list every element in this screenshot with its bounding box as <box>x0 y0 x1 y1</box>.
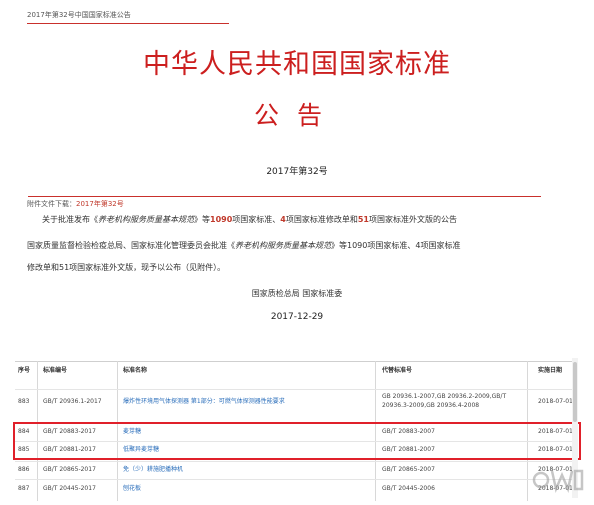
publish-date: 2017-12-29 <box>270 312 324 322</box>
about-post: 项国家标准外文版的公告 <box>368 215 457 224</box>
about-count-foreign: 51 <box>357 215 369 224</box>
table-row: 887 GB/T 20445-2017 刨花板 GB/T 20445-2006 … <box>15 479 577 500</box>
watermark-logo <box>532 465 584 501</box>
about-pre: 关于批准发布《 <box>42 215 98 224</box>
attachment-link[interactable]: 2017年第32号 <box>76 200 124 208</box>
body-l1-pre: 国家质量监督检验检疫总局、国家标准化管理委员会批准《 <box>27 241 235 250</box>
scrollbar-thumb[interactable] <box>573 362 577 422</box>
row-replace: GB/T 20445-2006 <box>382 485 435 492</box>
row-date: 2018-07-01 <box>538 398 573 405</box>
table-row: 886 GB/T 20865-2017 免（少）耕施肥播种机 GB/T 2086… <box>15 461 577 480</box>
row-replace-cont: 20936.3-2009,GB 20936.4-2008 <box>382 402 480 409</box>
header-code: 标准编号 <box>43 367 68 374</box>
attachment-label: 附件文件下载： <box>27 200 76 208</box>
row-name-link[interactable]: 刨花板 <box>123 485 373 493</box>
row-no: 886 <box>18 466 30 473</box>
header-name: 标准名称 <box>123 367 148 374</box>
body-line-1: 国家质量监督检验检疫总局、国家标准化管理委员会批准《养老机构服务质量基本规范》等… <box>27 240 460 251</box>
row-code: GB/T 20865-2017 <box>43 466 96 473</box>
page-subtitle: 公告 <box>253 101 340 130</box>
breadcrumb[interactable]: 2017年第32号中国国家标准公告 <box>27 10 131 20</box>
about-book-title: 养老机构服务质量基本规范 <box>98 215 194 224</box>
signature: 国家质检总局 国家标准委 <box>251 289 343 298</box>
header-no: 序号 <box>18 367 31 374</box>
row-name-link[interactable]: 爆炸性环境用气体探测器 第1部分：可燃气体探测器性能要求 <box>123 398 373 406</box>
row-no: 883 <box>18 398 30 405</box>
body-book-title: 养老机构服务质量基本规范 <box>235 241 331 250</box>
about-mid2: 项国家标准、 <box>232 215 281 224</box>
row-code: GB/T 20445-2017 <box>43 485 96 492</box>
about-count-standards: 1090 <box>210 215 233 224</box>
highlight-box <box>13 422 581 460</box>
page-title: 中华人民共和国国家标准 <box>143 49 451 80</box>
header-date: 实施日期 <box>538 367 563 374</box>
body-line-2: 修改单和51项国家标准外文版，现予以公布（见附件）。 <box>27 263 226 272</box>
document-number: 2017年第32号 <box>266 167 328 177</box>
watermark-icon <box>532 469 584 494</box>
row-code: GB/T 20936.1-2017 <box>43 398 102 405</box>
row-no: 887 <box>18 485 30 492</box>
body-l1-post: 》等1090项国家标准、4项国家标准 <box>331 241 461 250</box>
about-mid3: 项国家标准修改单和 <box>285 215 358 224</box>
row-replace: GB/T 20865-2007 <box>382 466 435 473</box>
row-name-link[interactable]: 免（少）耕施肥播种机 <box>123 466 373 474</box>
header-divider <box>28 196 541 197</box>
table-row: 883 GB/T 20936.1-2017 爆炸性环境用气体探测器 第1部分：可… <box>15 389 577 418</box>
about-mid: 》等 <box>194 215 210 224</box>
row-replace: GB 20936.1-2007,GB 20936.2-2009,GB/T <box>382 393 507 400</box>
attachment-line: 附件文件下载：2017年第32号 <box>27 199 124 209</box>
table-header: 序号 标准编号 标准名称 代替标准号 实施日期 <box>15 361 577 382</box>
about-line: 关于批准发布《养老机构服务质量基本规范》等1090项国家标准、4项国家标准修改单… <box>42 214 457 225</box>
breadcrumb-underline <box>27 23 229 24</box>
header-replace: 代替标准号 <box>382 367 413 374</box>
